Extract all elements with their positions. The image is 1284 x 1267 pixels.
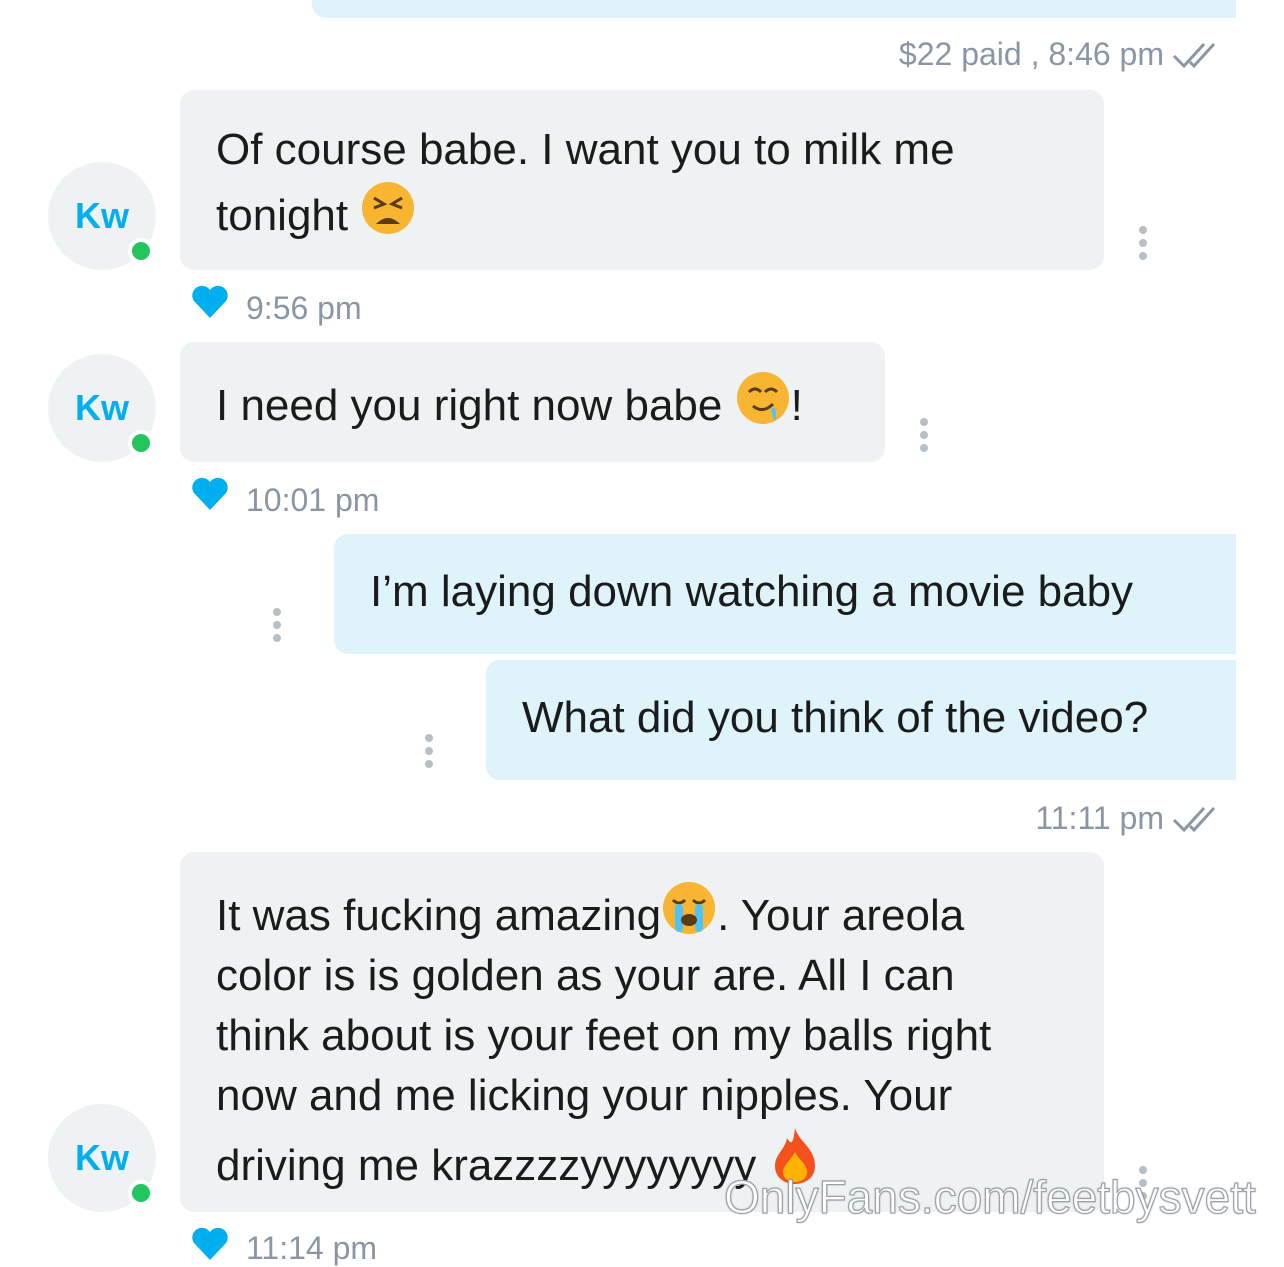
message-timestamp: 11:14 pm — [246, 1230, 378, 1266]
message-timestamp: 10:01 pm — [246, 482, 380, 518]
message-text-line: think about is your feet on my balls rig… — [216, 1011, 992, 1060]
message-text-line: now and me licking your nipples. Your — [216, 1071, 953, 1120]
online-indicator — [128, 1180, 154, 1206]
tired-face-emoji — [362, 182, 415, 234]
outgoing-message-bubble[interactable]: What did you think of the video? — [486, 660, 1236, 780]
message-text: I need you right now babe — [216, 381, 735, 430]
heart-icon[interactable] — [190, 476, 230, 512]
watermark: OnlyFans.com/feetbysvett — [723, 1170, 1256, 1223]
avatar[interactable]: Kw — [48, 1104, 156, 1212]
message-text-line: color is is golden as your are. All I ca… — [216, 951, 955, 1000]
incoming-message-bubble[interactable]: Of course babe. I want you to milk me to… — [180, 90, 1104, 270]
message-text-line: tonight — [216, 191, 361, 240]
message-options-icon[interactable] — [271, 608, 283, 642]
online-indicator — [128, 238, 154, 264]
avatar[interactable]: Kw — [48, 162, 156, 270]
crying-face-emoji — [663, 882, 716, 934]
message-text-line: . Your areola — [717, 891, 965, 940]
message-text: ! — [790, 381, 803, 430]
message-options-icon[interactable] — [1137, 226, 1149, 260]
message-options-icon[interactable] — [423, 734, 435, 768]
message-text-line: driving me krazzzzyyyyyyyy — [216, 1141, 769, 1190]
incoming-message-bubble[interactable]: It was fucking amazing . Your areola col… — [180, 852, 1104, 1212]
message-text-line: Of course babe. I want you to milk me — [216, 125, 955, 174]
message-timestamp: 9:56 pm — [246, 290, 362, 326]
avatar-initials: Kw — [75, 195, 129, 236]
double-check-icon — [1172, 806, 1216, 833]
double-check-icon — [1172, 42, 1216, 69]
message-timestamp: 11:11 pm — [1035, 800, 1164, 836]
online-indicator — [128, 430, 154, 456]
previous-outgoing-bubble — [312, 0, 1236, 18]
avatar[interactable]: Kw — [48, 354, 156, 462]
message-text-line: It was fucking amazing — [216, 891, 662, 940]
avatar-initials: Kw — [75, 1137, 129, 1178]
paid-timestamp: $22 paid , 8:46 pm — [898, 36, 1164, 72]
heart-icon[interactable] — [190, 284, 230, 320]
drooling-face-emoji — [736, 372, 789, 424]
message-text: What did you think of the video? — [522, 693, 1149, 742]
message-text: I’m laying down watching a movie baby — [370, 567, 1134, 616]
message-options-icon[interactable] — [918, 418, 930, 452]
avatar-initials: Kw — [75, 387, 129, 428]
outgoing-message-bubble[interactable]: I’m laying down watching a movie baby — [334, 534, 1236, 654]
incoming-message-bubble[interactable]: I need you right now babe ! — [180, 342, 885, 462]
heart-icon[interactable] — [190, 1226, 230, 1262]
